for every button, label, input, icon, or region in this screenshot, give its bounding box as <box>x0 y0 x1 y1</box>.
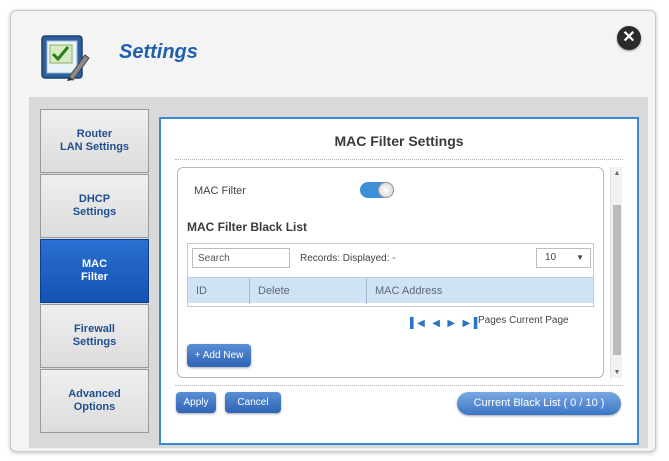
next-page-icon[interactable]: ▶ <box>447 318 455 329</box>
pagination: ▌◀ ◀ ▶ ▶▐ <box>410 313 480 329</box>
mac-filter-label: MAC Filter <box>194 185 246 197</box>
first-page-icon[interactable]: ▌◀ <box>410 318 425 329</box>
sidebar-item-dhcp-settings[interactable]: DHCP Settings <box>40 174 149 238</box>
cancel-button[interactable]: Cancel <box>225 392 281 413</box>
black-list-title: MAC Filter Black List <box>187 220 308 234</box>
records-per-page-value: 10 <box>545 252 557 263</box>
settings-body: Router LAN Settings DHCP Settings MAC Fi… <box>29 97 648 448</box>
sidebar-item-label: DHCP Settings <box>72 193 117 218</box>
sidebar-item-label: Advanced Options <box>68 388 121 413</box>
divider <box>175 159 623 160</box>
search-input[interactable] <box>192 248 290 268</box>
pages-label: Pages Current Page <box>478 315 569 326</box>
column-header-delete[interactable]: Delete <box>250 278 367 304</box>
scrollbar[interactable]: ▲ ▼ <box>610 167 622 378</box>
sidebar-item-mac-filter[interactable]: MAC Filter <box>40 239 149 303</box>
previous-page-icon[interactable]: ◀ <box>432 318 440 329</box>
apply-button[interactable]: Apply <box>176 392 216 413</box>
sidebar-item-label: MAC Filter <box>81 258 108 283</box>
scroll-down-icon[interactable]: ▼ <box>611 369 623 376</box>
table-header-row: ID Delete MAC Address <box>188 277 595 304</box>
close-icon: ✕ <box>622 29 636 46</box>
mac-filter-panel: MAC Filter Settings MAC Filter MAC Filte… <box>159 117 639 445</box>
current-black-list-button[interactable]: Current Black List ( 0 / 10 ) <box>457 392 621 415</box>
chevron-down-icon: ▼ <box>576 253 584 262</box>
dialog-header: Settings ✕ <box>11 11 655 101</box>
divider <box>175 385 623 386</box>
add-new-button[interactable]: + Add New <box>187 344 251 367</box>
sidebar-item-label: Router LAN Settings <box>59 128 130 153</box>
scroll-thumb[interactable] <box>613 205 621 355</box>
column-header-mac-address[interactable]: MAC Address <box>367 278 595 304</box>
sidebar-item-advanced-options[interactable]: Advanced Options <box>40 369 149 433</box>
toggle-knob <box>378 182 394 198</box>
settings-clipboard-icon <box>41 35 90 81</box>
close-button[interactable]: ✕ <box>617 26 641 50</box>
records-per-page-select[interactable]: 10 ▼ <box>536 248 591 268</box>
records-label: Records: Displayed: - <box>300 253 396 264</box>
black-list-table: Records: Displayed: - 10 ▼ ID Delete MAC… <box>187 243 594 307</box>
page-title: Settings <box>119 41 198 63</box>
sidebar-item-router-lan-settings[interactable]: Router LAN Settings <box>40 109 149 173</box>
panel-title: MAC Filter Settings <box>334 133 464 149</box>
column-header-id[interactable]: ID <box>188 278 250 304</box>
mac-filter-box: MAC Filter MAC Filter Black List Records… <box>177 167 604 378</box>
scroll-up-icon[interactable]: ▲ <box>611 170 623 177</box>
sidebar-item-firewall-settings[interactable]: Firewall Settings <box>40 304 149 368</box>
sidebar-item-label: Firewall Settings <box>72 323 117 348</box>
mac-filter-toggle[interactable] <box>360 182 394 198</box>
settings-dialog: Settings ✕ Router LAN Settings DHCP Sett… <box>10 10 656 452</box>
last-page-icon[interactable]: ▶▐ <box>463 318 478 329</box>
